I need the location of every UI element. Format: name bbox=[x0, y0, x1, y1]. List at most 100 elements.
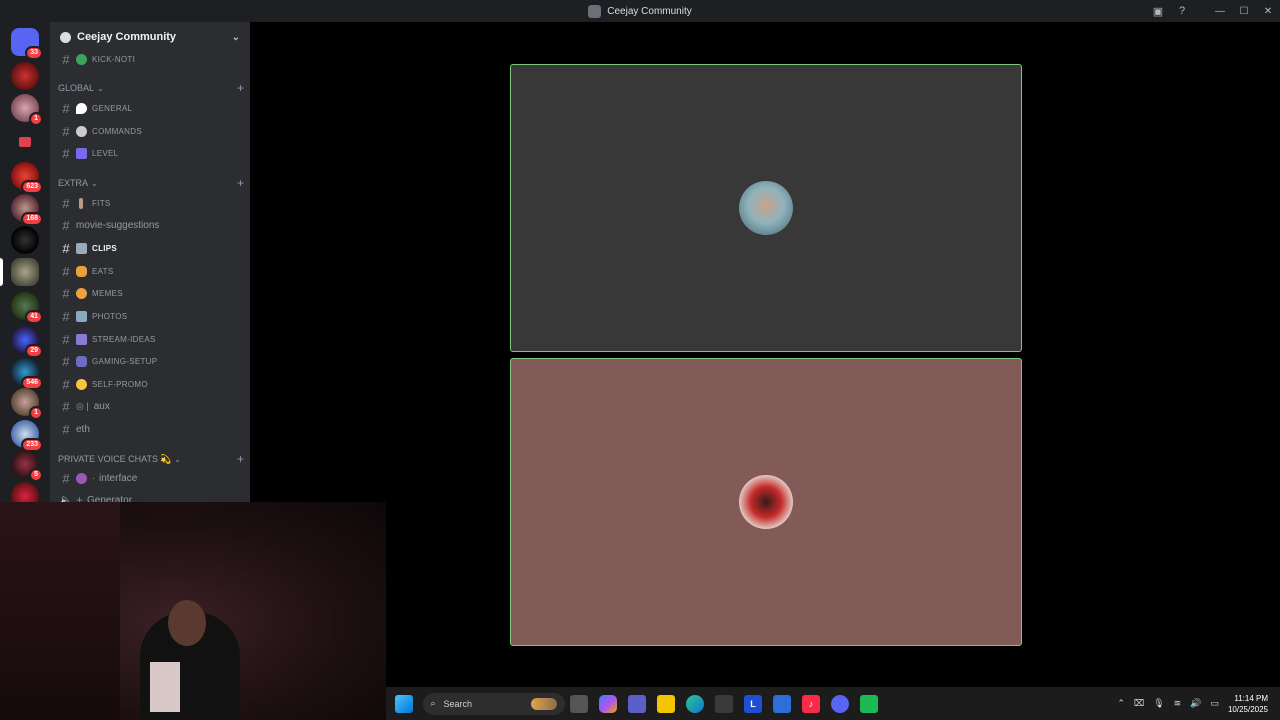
purple-circle-icon bbox=[76, 472, 87, 484]
server-icon[interactable]: 233 bbox=[11, 420, 43, 452]
category-extra[interactable]: EXTRA ⌄ + bbox=[58, 175, 244, 191]
add-channel-icon[interactable]: + bbox=[237, 452, 244, 466]
robot-icon bbox=[76, 125, 87, 137]
unread-badge: 623 bbox=[21, 180, 43, 194]
l-app-icon[interactable]: L bbox=[744, 694, 762, 713]
channel-general[interactable]: # GENERAL bbox=[58, 98, 244, 118]
server-icon[interactable] bbox=[11, 226, 39, 254]
server-icon[interactable]: 1 bbox=[11, 94, 43, 126]
category-name: PRIVATE VOICE CHATS bbox=[58, 454, 159, 464]
file-explorer-icon[interactable] bbox=[657, 694, 675, 713]
chevron-up-icon[interactable]: ⌃ bbox=[1117, 698, 1125, 709]
channel-name: EATS bbox=[92, 266, 114, 276]
channel-eth[interactable]: # eth bbox=[58, 419, 244, 439]
clock-time: 11:14 PM bbox=[1234, 693, 1268, 703]
search-highlight-icon bbox=[530, 697, 557, 710]
add-channel-icon[interactable]: + bbox=[237, 81, 244, 95]
participant-tile[interactable] bbox=[510, 64, 1022, 352]
task-view-icon[interactable] bbox=[570, 694, 588, 713]
close-button[interactable]: ✕ bbox=[1256, 0, 1280, 22]
edge-icon[interactable] bbox=[686, 694, 704, 713]
windows-start-icon[interactable] bbox=[395, 694, 413, 713]
hash-icon: # bbox=[62, 123, 70, 139]
channel-stream-ideas[interactable]: # STREAM-IDEAS bbox=[58, 329, 244, 349]
channel-name: FITS bbox=[92, 198, 111, 208]
hash-icon: # bbox=[62, 470, 70, 486]
hash-icon: # bbox=[62, 51, 70, 67]
server-icon-active[interactable] bbox=[11, 258, 39, 286]
chevron-down-icon: ⌄ bbox=[174, 454, 181, 464]
participant-avatar bbox=[739, 475, 793, 529]
maximize-button[interactable]: ☐ bbox=[1232, 0, 1256, 22]
title-bar: Ceejay Community ▣ ? — ☐ ✕ bbox=[0, 0, 1280, 22]
channel-eats[interactable]: # EATS bbox=[58, 261, 244, 281]
channel-memes[interactable]: # MEMES bbox=[58, 283, 244, 303]
channel-commands[interactable]: # COMMANDS bbox=[58, 121, 244, 141]
unread-badge: 41 bbox=[25, 310, 43, 324]
guild-header[interactable]: Ceejay Community ⌄ bbox=[50, 22, 250, 52]
channel-fits[interactable]: # FITS bbox=[58, 193, 244, 213]
channel-gaming-setup[interactable]: # GAMING-SETUP bbox=[58, 351, 244, 371]
camera-icon bbox=[76, 310, 87, 322]
participant-tile[interactable] bbox=[510, 358, 1022, 646]
channel-interface[interactable]: # · interface bbox=[58, 468, 244, 488]
channel-movie-suggestions[interactable]: # movie-suggestions bbox=[58, 215, 244, 235]
camera-off-icon[interactable]: ⌧ bbox=[1134, 698, 1144, 709]
unread-badge: 1 bbox=[29, 112, 43, 126]
search-placeholder: Search bbox=[443, 698, 473, 709]
microphone-icon[interactable]: 🎙 bbox=[1153, 698, 1164, 709]
help-icon[interactable]: ? bbox=[1170, 0, 1194, 22]
folder-icon[interactable] bbox=[11, 128, 39, 156]
category-name: GLOBAL bbox=[58, 83, 95, 93]
design-app-icon[interactable] bbox=[773, 694, 791, 713]
green-app-icon[interactable] bbox=[860, 694, 878, 713]
server-icon[interactable]: 5 bbox=[11, 450, 43, 482]
channel-self-promo[interactable]: # SELF-PROMO bbox=[58, 374, 244, 394]
category-global[interactable]: GLOBAL ⌄ + bbox=[58, 80, 244, 96]
person-head bbox=[168, 600, 206, 646]
server-icon[interactable]: 41 bbox=[11, 292, 43, 324]
store-icon[interactable] bbox=[715, 694, 733, 713]
background-wall bbox=[0, 502, 120, 720]
unread-badge: 5 bbox=[29, 468, 43, 482]
inbox-icon[interactable]: ▣ bbox=[1146, 0, 1170, 22]
film-icon bbox=[76, 242, 87, 254]
hash-icon: # bbox=[62, 376, 70, 392]
channel-clips[interactable]: # CLIPS bbox=[58, 238, 244, 258]
server-icon[interactable]: 1 bbox=[11, 388, 43, 420]
minimize-button[interactable]: — bbox=[1208, 0, 1232, 22]
hash-icon: # bbox=[62, 100, 70, 116]
add-channel-icon[interactable]: + bbox=[237, 176, 244, 190]
channel-level[interactable]: # LEVEL bbox=[58, 143, 244, 163]
channel-photos[interactable]: # PHOTOS bbox=[58, 306, 244, 326]
discord-icon[interactable] bbox=[831, 694, 849, 713]
search-icon: ⌕ bbox=[430, 698, 436, 708]
teams-icon[interactable] bbox=[628, 694, 646, 713]
copilot-icon[interactable] bbox=[599, 694, 617, 713]
participant-avatar bbox=[739, 181, 793, 235]
channel-aux[interactable]: # ◎ | aux bbox=[58, 396, 244, 416]
category-private-voice-chats[interactable]: PRIVATE VOICE CHATS 💫 ⌄ + bbox=[58, 451, 244, 467]
music-icon[interactable]: ♪ bbox=[802, 694, 820, 713]
separator-dot: · bbox=[92, 473, 95, 483]
server-icon[interactable]: 623 bbox=[11, 162, 43, 194]
server-icon[interactable] bbox=[11, 62, 39, 90]
server-icon[interactable]: 168 bbox=[11, 194, 43, 226]
taskbar-search[interactable]: ⌕ Search bbox=[422, 692, 565, 715]
direct-messages-button[interactable]: 33 bbox=[11, 28, 43, 60]
hash-icon: # bbox=[62, 145, 70, 161]
channel-kick-noti[interactable]: # KICK-NOTI bbox=[58, 49, 244, 69]
volume-icon[interactable]: 🔊 bbox=[1190, 698, 1201, 709]
channel-sidebar: Ceejay Community ⌄ # KICK-NOTI GLOBAL ⌄ … bbox=[50, 22, 250, 512]
unread-badge: 29 bbox=[25, 344, 43, 358]
server-icon[interactable]: 546 bbox=[11, 358, 43, 390]
chevron-down-icon: ⌄ bbox=[231, 31, 240, 43]
unread-badge: 1 bbox=[29, 406, 43, 420]
wifi-icon[interactable]: ≋ bbox=[1174, 698, 1182, 709]
server-icon[interactable]: 29 bbox=[11, 326, 43, 358]
battery-icon[interactable]: ▭ bbox=[1210, 698, 1219, 709]
hash-icon: # bbox=[62, 308, 70, 324]
clock[interactable]: 11:14 PM 10/25/2025 bbox=[1228, 693, 1268, 715]
channel-name: GAMING-SETUP bbox=[92, 356, 158, 366]
